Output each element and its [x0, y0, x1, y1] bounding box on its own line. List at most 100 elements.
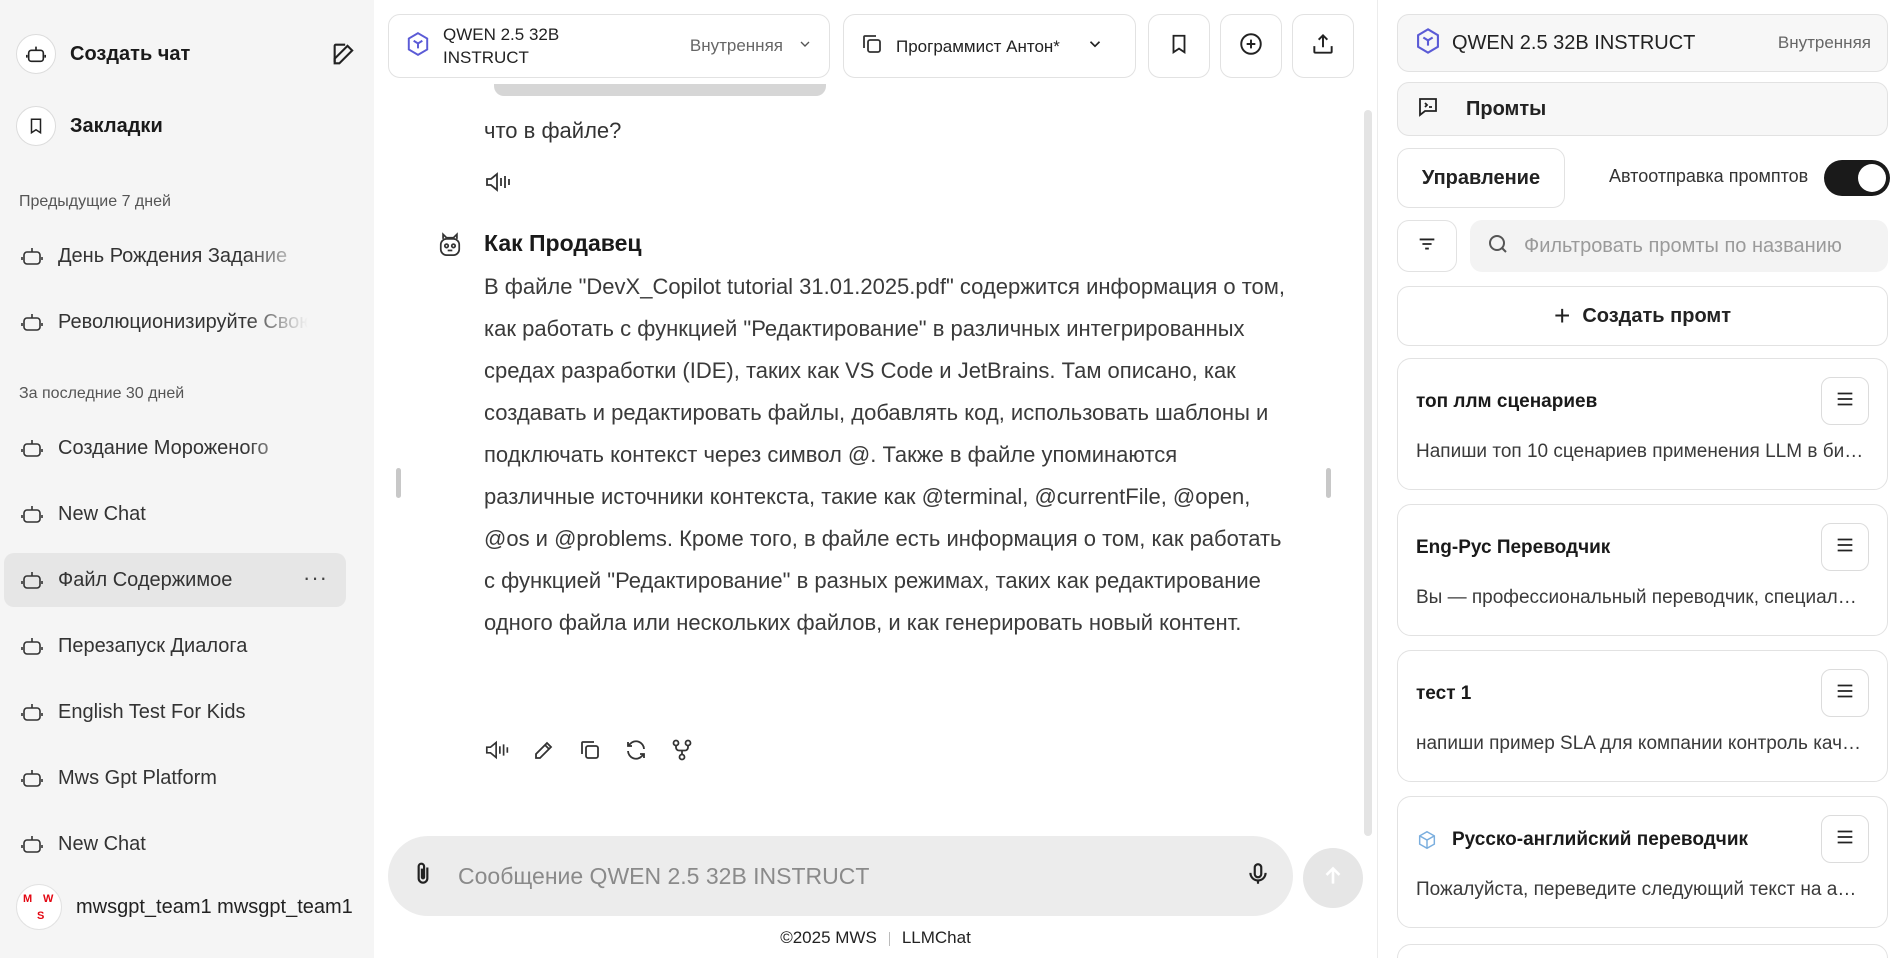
plus-icon: + — [1553, 300, 1571, 331]
chat-item[interactable]: Mws Gpt Platform — [4, 751, 346, 805]
prompt-name: Программист Антон* — [896, 36, 1060, 56]
prompt-menu-button[interactable] — [1821, 669, 1869, 717]
bookmark-button[interactable] — [1148, 14, 1210, 78]
section-last-30-days: За последние 30 дней — [19, 385, 185, 402]
bot-icon — [20, 700, 44, 724]
arrow-up-icon — [1320, 863, 1346, 894]
bot-icon — [20, 502, 44, 526]
chevron-down-icon — [1086, 35, 1104, 58]
chat-item[interactable]: Создание Мороженого — [4, 421, 346, 475]
scrollbar[interactable] — [1364, 110, 1372, 836]
chat-item-label: Перезапуск Диалога — [58, 634, 248, 657]
prompt-menu-button[interactable] — [1821, 523, 1869, 571]
prompt-search-input[interactable] — [1524, 234, 1872, 258]
sidebar: Создать чат Закладки Предыдущие 7 дней Д… — [0, 0, 374, 958]
filter-button[interactable] — [1397, 220, 1457, 272]
chat-item[interactable]: English Test For Kids — [4, 685, 346, 739]
hamburger-icon — [1834, 826, 1856, 853]
bookmarks-button[interactable]: Закладки — [16, 100, 358, 152]
user-profile[interactable]: M W S mwsgpt_team1 mwsgpt_team1 — [16, 882, 358, 932]
copy-icon[interactable] — [576, 736, 604, 764]
more-options-icon[interactable]: ··· — [303, 565, 328, 591]
model-selector[interactable]: QWEN 2.5 32B INSTRUCT Внутренняя — [388, 14, 830, 78]
search-icon — [1486, 232, 1510, 261]
share-button[interactable] — [1292, 14, 1354, 78]
microphone-icon[interactable] — [1245, 859, 1271, 894]
auto-send-toggle[interactable] — [1824, 160, 1890, 196]
hamburger-icon — [1834, 680, 1856, 707]
prompt-card[interactable]: Eng-Рус Переводчик Вы — профессиональный… — [1397, 504, 1888, 636]
chat-item[interactable]: New Chat — [4, 817, 346, 871]
bot-icon — [20, 310, 44, 334]
prompts-header[interactable]: Промты — [1397, 82, 1888, 136]
chat-item-label: День Рождения Задание — [58, 244, 288, 267]
footer-product[interactable]: LLMChat — [902, 928, 971, 947]
qwen-logo-icon — [1414, 27, 1442, 60]
bookmark-icon — [1168, 33, 1190, 60]
regenerate-icon[interactable] — [622, 736, 650, 764]
prompt-card-title: Русско-английский переводчик — [1416, 829, 1748, 851]
send-button[interactable] — [1303, 848, 1363, 908]
filter-icon — [1416, 233, 1438, 260]
message-actions — [484, 736, 696, 764]
footer-divider — [888, 931, 890, 946]
prompt-card[interactable]: тест 1 напиши пример SLA для компании ко… — [1397, 650, 1888, 782]
prompt-search — [1470, 220, 1888, 272]
chat-item[interactable]: Революционизируйте Свою — [4, 295, 346, 349]
prompt-menu-button[interactable] — [1821, 815, 1869, 863]
panel-model-name: QWEN 2.5 32B INSTRUCT — [1452, 31, 1696, 54]
resize-handle-left[interactable] — [396, 468, 401, 498]
chat-item[interactable]: День Рождения Задание — [4, 229, 346, 283]
prompts-panel: QWEN 2.5 32B INSTRUCT Внутренняя Промты … — [1377, 0, 1896, 958]
user-message: что в файле? — [484, 118, 622, 143]
bot-icon — [20, 634, 44, 658]
chat-item[interactable]: New Chat — [4, 487, 346, 541]
hamburger-icon — [1834, 388, 1856, 415]
chat-item[interactable]: Перезапуск Диалога — [4, 619, 346, 673]
model-tag: Внутренняя — [689, 36, 783, 55]
bot-icon — [16, 34, 56, 74]
prompt-selector[interactable]: Программист Антон* — [843, 14, 1136, 78]
chat-item-active[interactable]: Файл Содержимое ··· — [4, 553, 346, 607]
paperclip-icon[interactable] — [410, 859, 436, 894]
cube-icon — [1418, 830, 1436, 850]
message-composer — [388, 836, 1293, 916]
read-aloud-icon[interactable] — [484, 736, 512, 764]
prompt-card[interactable] — [1397, 944, 1888, 958]
previous-message-bubble — [494, 84, 826, 96]
chat-main: QWEN 2.5 32B INSTRUCT Внутренняя Програм… — [374, 0, 1377, 958]
prompt-card[interactable]: топ ллм сценариев Напиши топ 10 сценарие… — [1397, 358, 1888, 490]
plus-circle-icon — [1238, 31, 1264, 62]
avatar: M W S — [16, 884, 62, 930]
section-previous-7-days: Предыдущие 7 дней — [19, 193, 171, 210]
auto-send-label: Автоотправка промптов — [1609, 166, 1809, 186]
chat-item-label: Революционизируйте Свою — [58, 310, 308, 333]
prompt-menu-button[interactable] — [1821, 377, 1869, 425]
prompt-card-desc: Напиши топ 10 сценариев применения LLM в… — [1416, 441, 1866, 462]
prompt-title-text: Русско-английский переводчик — [1452, 829, 1749, 850]
chat-item-label: English Test For Kids — [58, 700, 246, 723]
bot-icon — [20, 244, 44, 268]
bot-icon — [20, 568, 44, 592]
edit-icon[interactable] — [530, 736, 558, 764]
prompt-card-title: топ ллм сценариев — [1416, 391, 1597, 413]
new-chat-label: Создать чат — [70, 42, 191, 65]
prompt-card[interactable]: Русско-английский переводчик Пожалуйста,… — [1397, 796, 1888, 928]
edit-icon[interactable] — [330, 40, 358, 73]
manage-button[interactable]: Управление — [1397, 148, 1565, 208]
model-name: QWEN 2.5 32B INSTRUCT — [443, 25, 560, 67]
assistant-avatar-icon — [436, 232, 464, 267]
footer-copyright: ©2025 MWS — [780, 928, 877, 947]
create-prompt-button[interactable]: + Создать промт — [1397, 286, 1888, 346]
add-button[interactable] — [1220, 14, 1282, 78]
bot-icon — [20, 766, 44, 790]
panel-model-selector[interactable]: QWEN 2.5 32B INSTRUCT Внутренняя — [1397, 14, 1888, 72]
resize-handle-right[interactable] — [1326, 468, 1331, 498]
prompts-label: Промты — [1466, 97, 1547, 120]
branch-icon[interactable] — [668, 736, 696, 764]
avatar-letter: W — [43, 893, 54, 905]
message-input[interactable] — [458, 862, 1245, 890]
read-aloud-icon[interactable] — [484, 168, 514, 201]
new-chat-button[interactable]: Создать чат — [16, 28, 358, 80]
bookmark-icon — [16, 106, 56, 146]
